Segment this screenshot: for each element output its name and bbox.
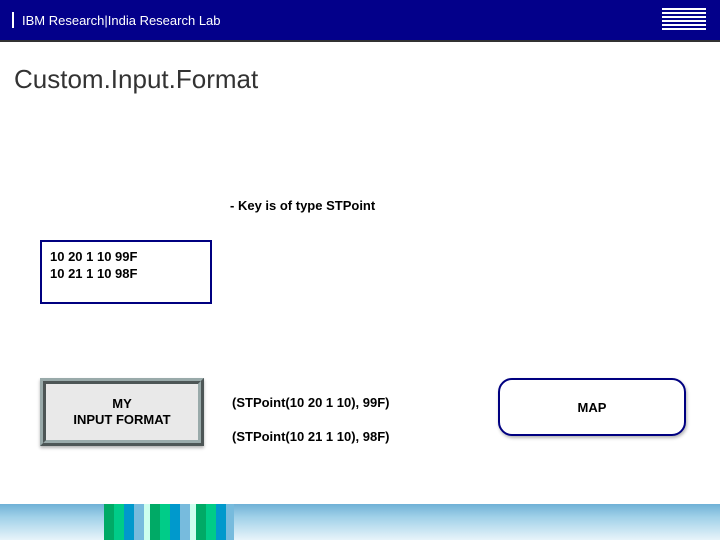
- map-stage-box: MAP: [498, 378, 686, 436]
- org-name: IBM Research: [22, 13, 104, 28]
- ibm-logo-icon: [662, 8, 706, 35]
- input-data-box: 10 20 1 10 99F 10 21 1 10 98F: [40, 240, 212, 304]
- header-bar: IBM Research | India Research Lab: [0, 0, 720, 42]
- page-title: Custom.Input.Format: [14, 64, 720, 95]
- footer-band: [0, 504, 720, 540]
- map-label: MAP: [578, 400, 607, 415]
- format-label: MY INPUT FORMAT: [73, 396, 170, 428]
- keyvalue-1: (STPoint(10 20 1 10), 99F): [232, 395, 390, 410]
- key-type-note: Key is of type STPoint: [230, 198, 375, 213]
- data-line-1: 10 20 1 10 99F: [50, 248, 202, 265]
- data-line-2: 10 21 1 10 98F: [50, 265, 202, 282]
- input-format-box: MY INPUT FORMAT: [40, 378, 204, 446]
- lab-name: India Research Lab: [108, 13, 221, 28]
- keyvalue-2: (STPoint(10 21 1 10), 98F): [232, 429, 390, 444]
- divider: [12, 12, 14, 28]
- color-strip-icon: [104, 504, 234, 540]
